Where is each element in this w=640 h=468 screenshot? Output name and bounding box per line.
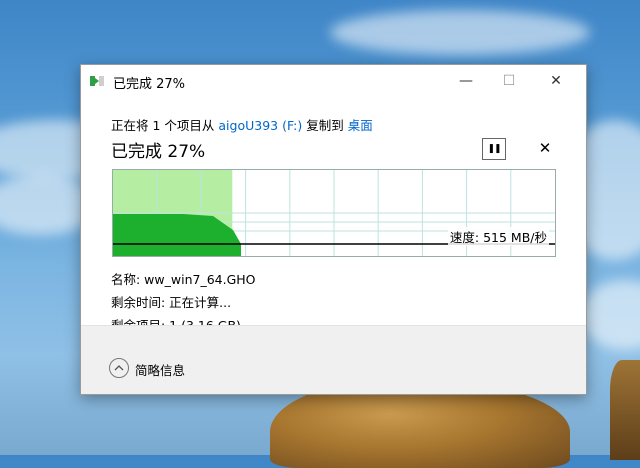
progress-heading: 已完成 27%: [111, 142, 206, 162]
source-link[interactable]: aigoU393 (F:): [218, 118, 302, 133]
pause-button[interactable]: ❚❚: [482, 138, 506, 160]
cloud: [580, 280, 640, 350]
close-button[interactable]: ✕: [533, 65, 579, 97]
file-name: 名称: ww_win7_64.GHO: [111, 272, 256, 287]
file-copy-dialog: 已完成 27% — ☐ ✕ 正在将 1 个项目从 aigoU393 (F:) 复…: [80, 64, 587, 395]
destination-link[interactable]: 桌面: [348, 118, 373, 133]
maximize-button[interactable]: ☐: [486, 65, 532, 97]
less-details-button[interactable]: 简略信息: [135, 360, 185, 379]
title-bar[interactable]: 已完成 27% — ☐ ✕: [81, 65, 586, 97]
speed-label: 速度: 515 MB/秒: [447, 227, 549, 246]
minimize-button[interactable]: —: [443, 65, 489, 97]
copy-middle: 复制到: [302, 118, 348, 133]
time-remaining: 剩余时间: 正在计算...: [111, 295, 232, 310]
copy-description: 正在将 1 个项目从 aigoU393 (F:) 复制到 桌面: [111, 115, 373, 134]
chevron-up-icon[interactable]: [109, 358, 129, 378]
pause-icon: ❚❚: [487, 144, 501, 154]
chevron-up-glyph: [114, 365, 124, 371]
copy-progress-icon: [90, 76, 104, 86]
transfer-speed-graph: 速度: 515 MB/秒: [112, 169, 556, 257]
cancel-copy-button[interactable]: ✕: [534, 138, 556, 158]
copy-prefix: 正在将 1 个项目从: [111, 118, 219, 133]
window-title: 已完成 27%: [113, 77, 186, 92]
close-icon: ✕: [538, 139, 552, 157]
cloud: [330, 10, 590, 55]
rock-formation: [610, 360, 640, 460]
